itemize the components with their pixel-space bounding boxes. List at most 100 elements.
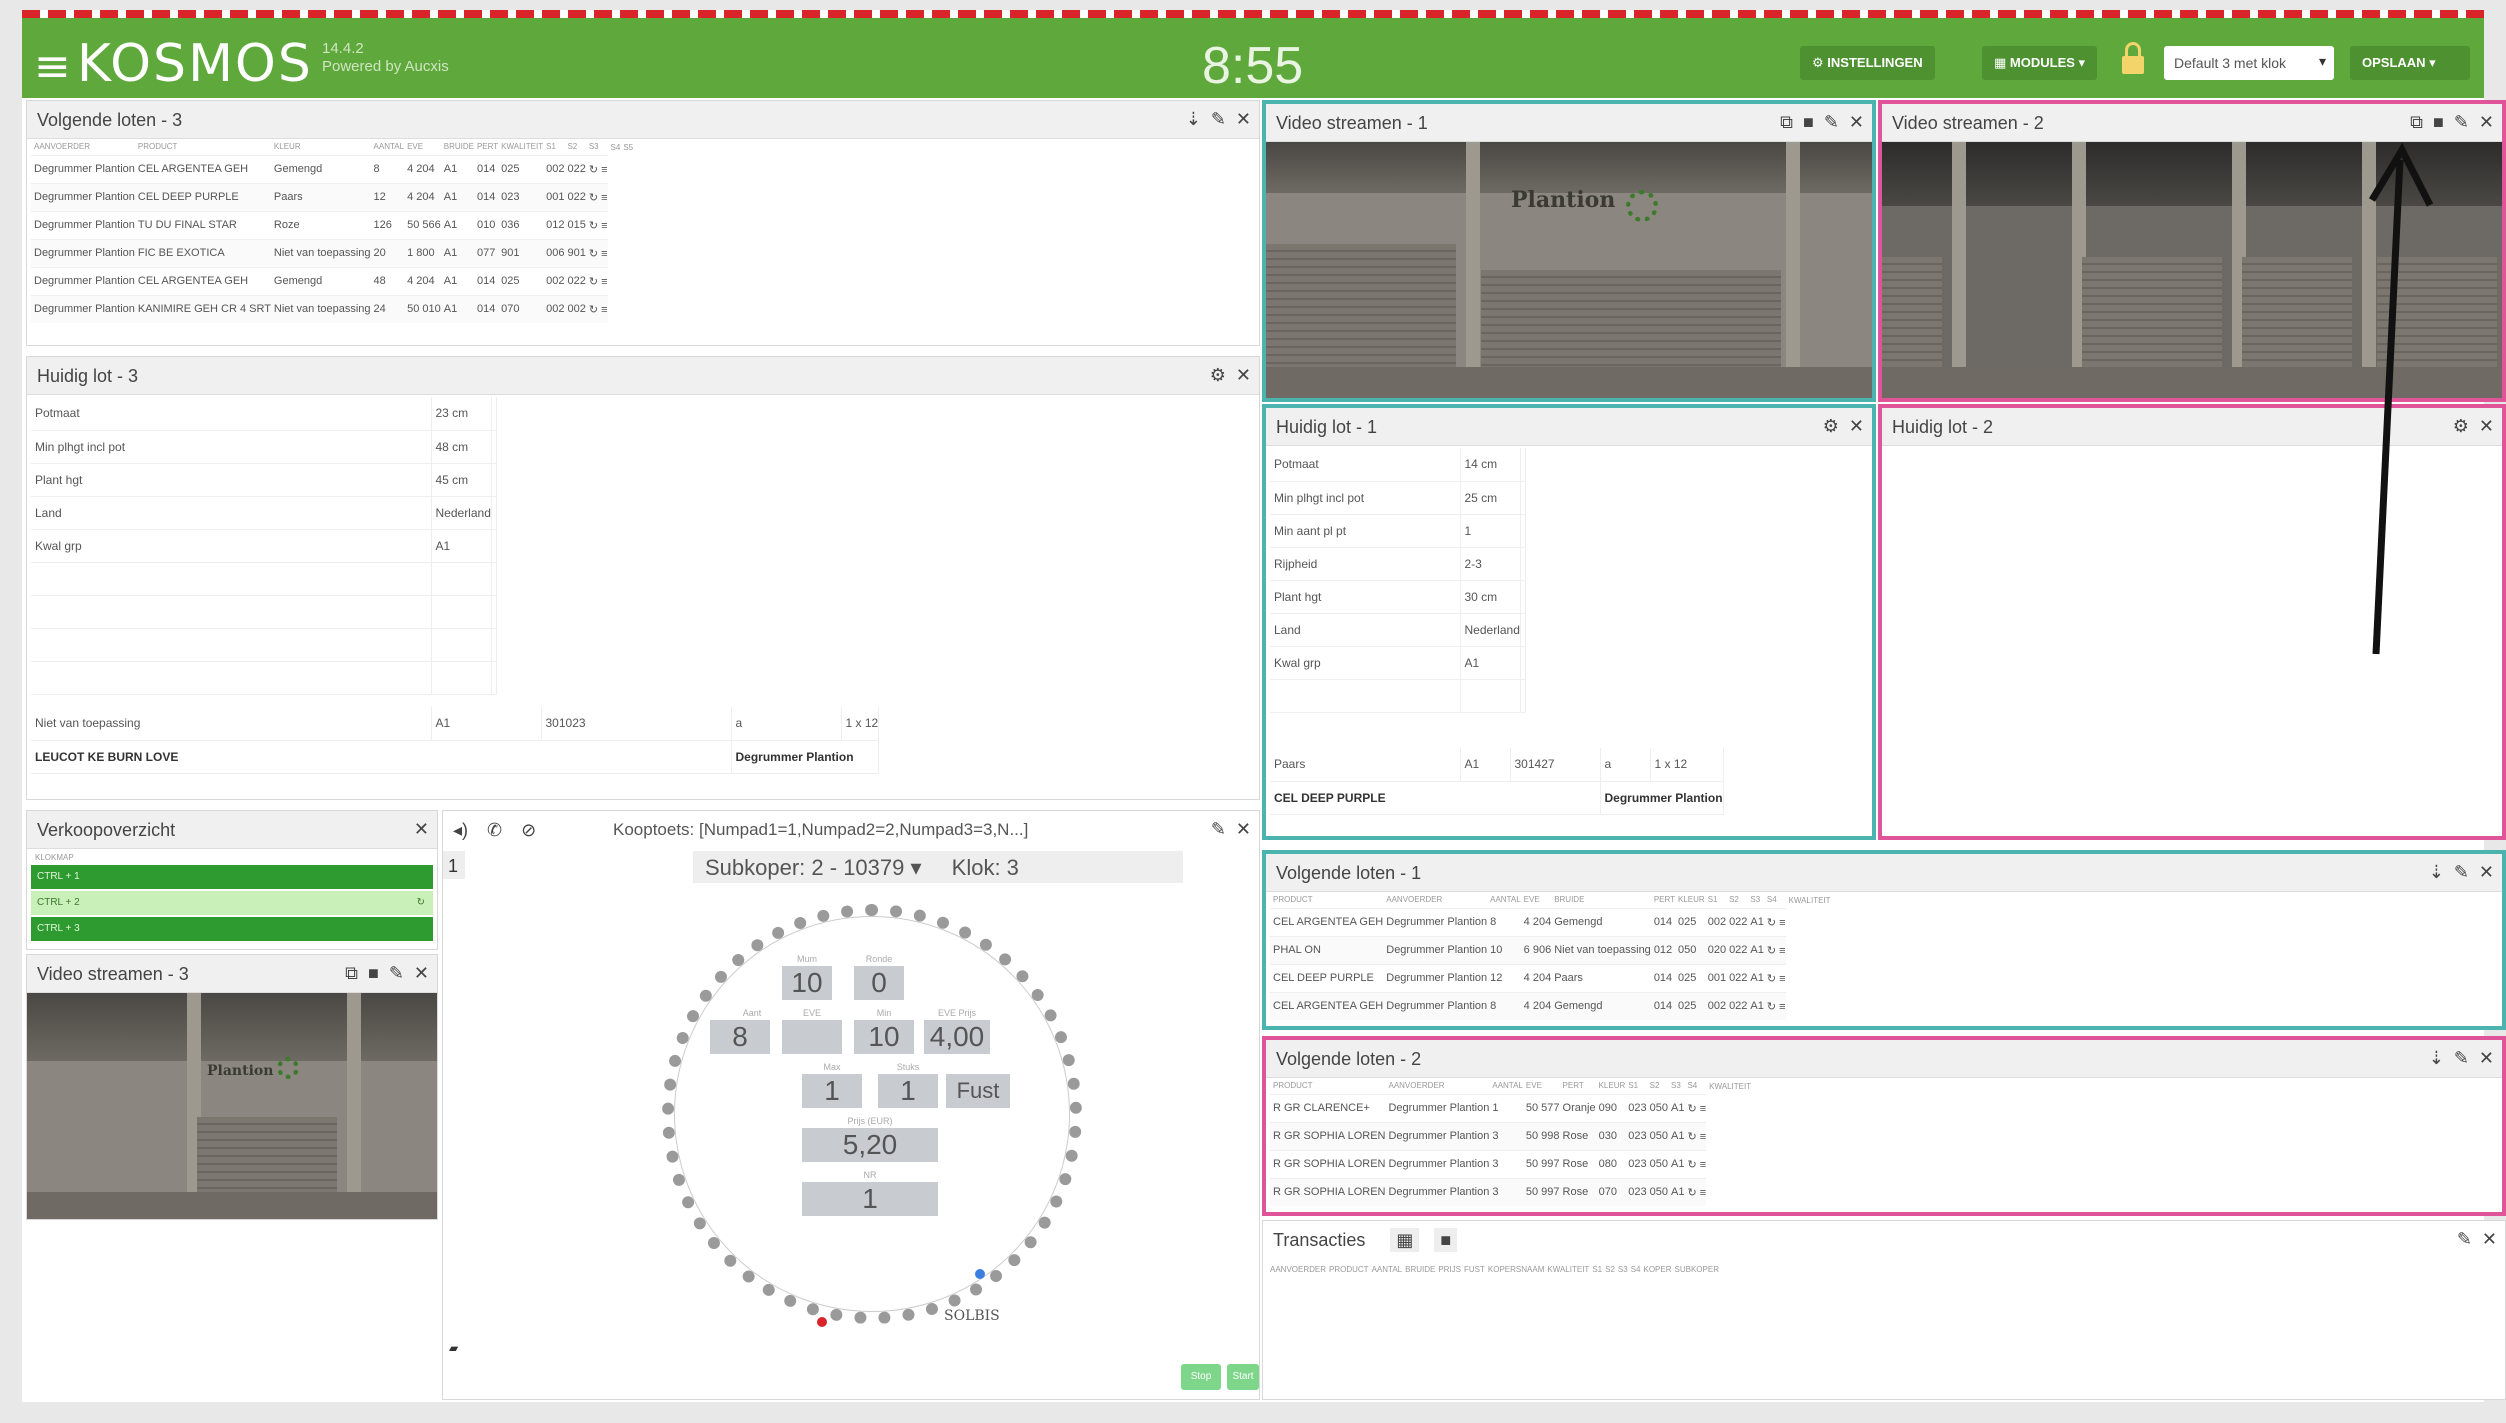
column-header[interactable]: SUBKOPER (1672, 1261, 1719, 1277)
column-header[interactable]: PERT (1651, 892, 1675, 908)
row-actions[interactable]: ↻ ≡ (1684, 1093, 1707, 1122)
table-row[interactable]: CEL ARGENTEA GEH Degrummer Plantion 8 4 204… (1270, 907, 1831, 936)
close-icon[interactable]: ✕ (2479, 416, 2494, 437)
settings-icon[interactable]: ⚙ (1823, 416, 1839, 437)
column-header[interactable]: FUST (1461, 1261, 1485, 1277)
table-row[interactable]: PHAL ON Degrummer Plantion 10 6 906 Niet van… (1270, 935, 1831, 964)
column-header[interactable]: S4 (608, 139, 621, 155)
row-actions[interactable]: ↻ ≡ (585, 182, 608, 211)
column-header[interactable]: AANVOERDER (1267, 1261, 1326, 1277)
column-header[interactable]: EVE (1523, 1078, 1560, 1094)
column-header[interactable]: S2 (1726, 892, 1747, 908)
column-header[interactable]: KOPER (1641, 1261, 1672, 1277)
lock-icon[interactable] (2122, 42, 2144, 76)
table-row[interactable]: Degrummer Plantion CEL DEEP PURPLE Paars 12… (31, 182, 633, 211)
column-header[interactable]: S2 (564, 139, 585, 155)
table-row[interactable]: Degrummer Plantion KANIMIRE GEH CR 4 SRT N… (31, 294, 633, 323)
column-header[interactable]: KWALITEIT (1544, 1261, 1589, 1277)
row-actions[interactable]: ↻ ≡ (1763, 935, 1786, 964)
row-actions[interactable]: ↻ ≡ (1684, 1149, 1707, 1178)
column-header[interactable]: EVE (1521, 892, 1552, 908)
column-header[interactable]: PRODUCT (135, 139, 271, 155)
column-header[interactable]: S5 (620, 139, 633, 155)
column-header[interactable]: S4 (1764, 892, 1786, 908)
wrench-icon[interactable]: ✎ (389, 963, 404, 984)
modules-button[interactable]: ▦ MODULES ▾ (1982, 46, 2098, 80)
column-header[interactable]: S1 (543, 139, 564, 155)
column-header[interactable]: KWALITEIT (1706, 1078, 1751, 1094)
popout-icon[interactable]: ⧉ (1780, 112, 1793, 133)
grid-view-icon[interactable]: ■ (1434, 1228, 1458, 1252)
row-actions[interactable]: ↻ ≡ (585, 238, 608, 267)
close-icon[interactable]: ✕ (2482, 1229, 2497, 1250)
row-actions[interactable]: ↻ ≡ (1684, 1177, 1707, 1206)
stop-button[interactable]: Stop (1181, 1364, 1221, 1390)
wrench-icon[interactable]: ✎ (2454, 1048, 2469, 1069)
column-header[interactable]: PRODUCT (1326, 1261, 1369, 1277)
table-row[interactable]: Degrummer Plantion TU DU FINAL STAR Roze 12… (31, 210, 633, 239)
download-icon[interactable]: ⇣ (2429, 1048, 2444, 1069)
column-header[interactable]: S1 (1625, 1078, 1646, 1094)
column-header[interactable]: S4 (1684, 1078, 1706, 1094)
close-icon[interactable]: ✕ (2479, 862, 2494, 883)
blocked-icon[interactable]: ⊘ (521, 820, 536, 840)
column-header[interactable]: KLEUR (271, 139, 371, 155)
phone-icon[interactable]: ✆ (487, 820, 502, 840)
column-header[interactable]: KLEUR (1596, 1078, 1626, 1094)
sales-row-1[interactable]: CTRL + 1 (31, 865, 433, 889)
camera-icon[interactable]: ■ (2433, 112, 2444, 133)
column-header[interactable]: S3 (1615, 1261, 1628, 1277)
start-button[interactable]: Start (1227, 1364, 1259, 1390)
column-header[interactable]: EVE (404, 139, 441, 155)
column-header[interactable]: PRODUCT (1270, 892, 1383, 908)
popout-icon[interactable]: ⧉ (345, 963, 358, 984)
column-header[interactable]: BRUIDE (1551, 892, 1651, 908)
row-actions[interactable]: ↻ ≡ (1763, 907, 1786, 936)
column-header[interactable]: AANVOERDER (1383, 892, 1487, 908)
column-header[interactable]: BRUIDE (1402, 1261, 1435, 1277)
column-header[interactable]: AANVOERDER (1385, 1078, 1489, 1094)
table-row[interactable]: Degrummer Plantion CEL ARGENTEA GEH Gemeng… (31, 266, 633, 295)
wrench-icon[interactable]: ✎ (2454, 112, 2469, 133)
layout-select[interactable]: Default 3 met klok (2164, 46, 2334, 80)
wrench-icon[interactable]: ✎ (1211, 819, 1226, 840)
volume-icon[interactable]: ◂) (453, 820, 468, 840)
refresh-icon[interactable]: ↻ (417, 897, 425, 908)
camera-icon[interactable]: ■ (1803, 112, 1814, 133)
table-row[interactable]: Degrummer Plantion CEL ARGENTEA GEH Gemeng… (31, 154, 633, 183)
column-header[interactable]: AANTAL (1489, 1078, 1523, 1094)
wrench-icon[interactable]: ✎ (1211, 109, 1226, 130)
close-icon[interactable]: ✕ (1236, 819, 1251, 840)
settings-icon[interactable]: ⚙ (2453, 416, 2469, 437)
sales-row-3[interactable]: CTRL + 3 (31, 917, 433, 941)
row-actions[interactable]: ↻ ≡ (1763, 963, 1786, 992)
column-header[interactable]: S2 (1602, 1261, 1615, 1277)
column-header[interactable]: AANTAL (371, 139, 405, 155)
column-header[interactable]: S1 (1589, 1261, 1602, 1277)
save-button[interactable]: OPSLAAN ▾ (2350, 46, 2470, 80)
table-row[interactable]: R GR SOPHIA LOREN Degrummer Plantion 3 50 9… (1270, 1121, 1751, 1150)
subbuyer-select[interactable]: Subkoper: 2 - 10379 (705, 855, 904, 880)
column-header[interactable]: AANVOERDER (31, 139, 135, 155)
camera-icon[interactable]: ■ (368, 963, 379, 984)
download-icon[interactable]: ⇣ (2429, 862, 2444, 883)
close-icon[interactable]: ✕ (2479, 1048, 2494, 1069)
wrench-icon[interactable]: ✎ (1824, 112, 1839, 133)
table-row[interactable]: CEL DEEP PURPLE Degrummer Plantion 12 4 204… (1270, 963, 1831, 992)
column-header[interactable]: PRIJS (1435, 1261, 1461, 1277)
row-actions[interactable]: ↻ ≡ (585, 154, 608, 183)
close-icon[interactable]: ✕ (1236, 365, 1251, 386)
settings-icon[interactable]: ⚙ (1210, 365, 1226, 386)
row-actions[interactable]: ↻ ≡ (585, 294, 608, 323)
row-actions[interactable]: ↻ ≡ (1684, 1121, 1707, 1150)
download-icon[interactable]: ⇣ (1186, 109, 1201, 130)
column-header[interactable]: KLEUR (1675, 892, 1705, 908)
row-actions[interactable]: ↻ ≡ (1763, 991, 1786, 1020)
column-header[interactable]: S1 (1705, 892, 1726, 908)
wrench-icon[interactable]: ✎ (2457, 1229, 2472, 1250)
wrench-icon[interactable]: ✎ (2454, 862, 2469, 883)
column-header[interactable]: KWALITEIT (1786, 892, 1831, 908)
table-row[interactable]: R GR SOPHIA LOREN Degrummer Plantion 3 50 9… (1270, 1177, 1751, 1206)
popout-icon[interactable]: ⧉ (2410, 112, 2423, 133)
settings-button[interactable]: ⚙ INSTELLINGEN (1800, 46, 1935, 80)
